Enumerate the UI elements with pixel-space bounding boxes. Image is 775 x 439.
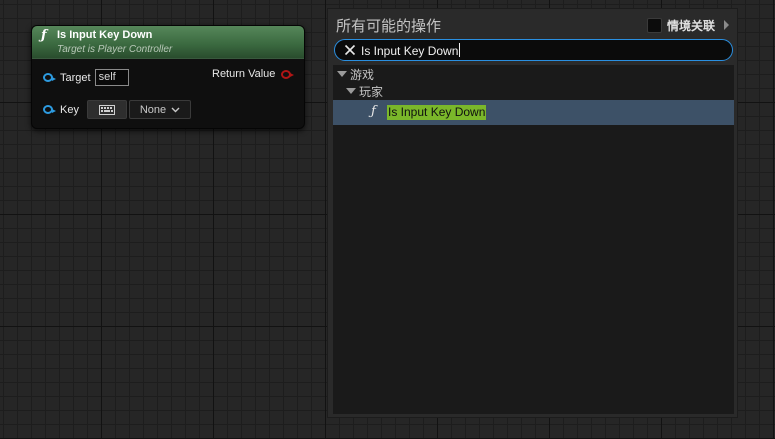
menu-title: 所有可能的操作: [336, 17, 442, 35]
target-input[interactable]: self: [94, 69, 129, 86]
action-list[interactable]: 游戏 玩家 ƒ Is Input Key Down: [333, 65, 734, 414]
keyboard-icon: [98, 104, 115, 115]
action-item-label: Is Input Key Down: [387, 105, 487, 120]
key-pin-row: Key None: [43, 100, 191, 119]
tree-category-player[interactable]: 玩家: [346, 82, 383, 100]
category-label: 游戏: [350, 67, 375, 82]
key-pin[interactable]: [43, 105, 56, 114]
target-pin[interactable]: [43, 73, 56, 82]
key-dropdown[interactable]: None: [128, 100, 191, 119]
return-pin-row: Return Value: [212, 68, 295, 80]
blueprint-node-is-input-key-down[interactable]: ƒ Is Input Key Down Target is Player Con…: [31, 25, 305, 129]
node-header[interactable]: ƒ Is Input Key Down Target is Player Con…: [32, 26, 304, 59]
node-title: Is Input Key Down: [57, 29, 153, 41]
action-menu: 所有可能的操作 情境关联 Is Input Key Down 游戏 玩家 ƒ I…: [327, 8, 738, 418]
chevron-down-icon: [171, 107, 180, 112]
search-input-text: Is Input Key Down: [361, 44, 459, 58]
target-label: Target: [60, 71, 91, 84]
action-item-is-input-key-down[interactable]: ƒ Is Input Key Down: [333, 100, 734, 125]
expand-triangle-icon[interactable]: [337, 71, 347, 77]
return-label: Return Value: [212, 68, 276, 80]
keyboard-select-button[interactable]: [86, 100, 127, 119]
search-input[interactable]: Is Input Key Down: [361, 43, 461, 58]
expand-triangle-icon[interactable]: [346, 88, 356, 94]
context-sensitive-label[interactable]: 情境关联: [667, 17, 715, 34]
return-pin[interactable]: [281, 69, 295, 79]
function-icon: ƒ: [41, 28, 47, 43]
tree-category-game[interactable]: 游戏: [337, 65, 374, 83]
context-sensitive-checkbox[interactable]: [647, 18, 662, 33]
context-arrow-icon[interactable]: [724, 20, 729, 30]
key-dropdown-value: None: [139, 103, 167, 116]
function-icon: ƒ: [371, 104, 376, 119]
text-caret: [459, 43, 461, 57]
subcategory-label: 玩家: [359, 84, 384, 99]
target-pin-row: Target self: [43, 69, 129, 86]
key-label: Key: [60, 103, 79, 116]
search-box[interactable]: Is Input Key Down: [334, 39, 733, 61]
close-icon[interactable]: [343, 43, 357, 57]
node-subtitle: Target is Player Controller: [57, 44, 173, 55]
